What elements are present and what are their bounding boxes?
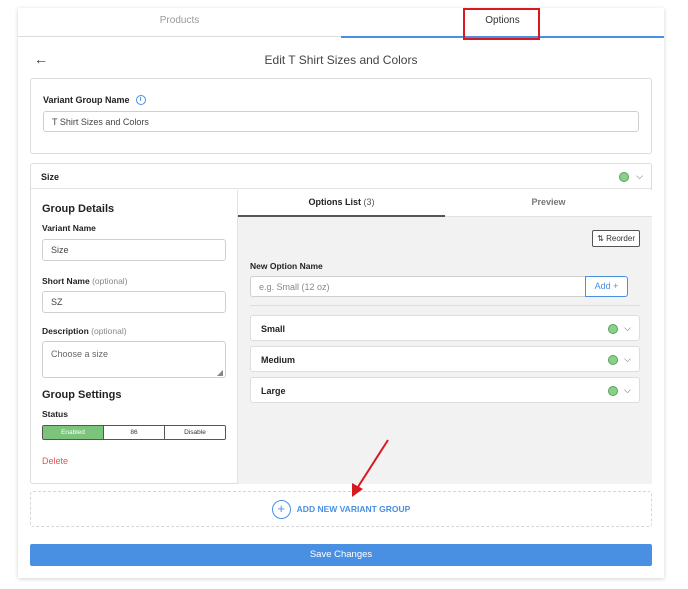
new-option-placeholder: e.g. Small (12 oz) xyxy=(259,281,330,292)
options-count: (3) xyxy=(363,197,375,207)
divider xyxy=(250,305,640,306)
option-name: Large xyxy=(261,386,286,396)
chevron-down-icon[interactable]: ⌵ xyxy=(624,354,631,365)
short-name-value: SZ xyxy=(51,297,63,307)
option-name: Small xyxy=(261,324,286,334)
size-panel-header[interactable]: Size ⌵ xyxy=(31,164,651,189)
short-name-label: Short Name xyxy=(42,276,90,286)
option-name: Medium xyxy=(261,355,296,365)
reorder-label: Reorder xyxy=(606,234,635,243)
description-label: Description xyxy=(42,326,89,336)
status-enabled-button[interactable]: Enabled xyxy=(43,426,104,439)
options-tab-highlight-annotation xyxy=(463,8,540,40)
status-dot-icon xyxy=(619,172,629,182)
top-tabs: Products Options xyxy=(18,8,664,38)
group-details-title: Group Details xyxy=(42,203,115,215)
resize-handle-icon[interactable]: ◢ xyxy=(217,368,223,377)
reorder-button[interactable]: ⇅ Reorder xyxy=(592,230,640,247)
group-details-column: Group Details Variant Name Size Short Na… xyxy=(31,190,238,484)
add-variant-group-button[interactable]: + ADD NEW VARIANT GROUP xyxy=(30,491,652,527)
info-icon[interactable]: i xyxy=(135,95,146,106)
delete-link[interactable]: Delete xyxy=(42,456,68,466)
tab-products[interactable]: Products xyxy=(18,8,341,37)
options-list-label: Options List xyxy=(308,197,361,207)
variant-group-name-label: Variant Group Name xyxy=(43,95,130,105)
add-option-button[interactable]: Add + xyxy=(585,276,628,297)
chevron-down-icon[interactable]: ⌵ xyxy=(624,385,631,396)
description-placeholder: Choose a size xyxy=(51,349,109,359)
short-name-optional-hint: (optional) xyxy=(92,276,128,286)
option-row-small[interactable]: Small ⌵ xyxy=(250,315,640,341)
option-row-medium[interactable]: Medium ⌵ xyxy=(250,346,640,372)
description-optional-hint: (optional) xyxy=(91,326,127,336)
chevron-down-icon[interactable]: ⌵ xyxy=(624,323,631,334)
status-dot-icon xyxy=(608,385,619,396)
tab-preview[interactable]: Preview xyxy=(445,190,652,217)
save-changes-button[interactable]: Save Changes xyxy=(30,544,652,566)
tab-options-list[interactable]: Options List (3) xyxy=(238,190,445,217)
options-column: Options List (3) Preview ⇅ Reorder New O… xyxy=(238,190,652,484)
size-panel-title: Size xyxy=(41,172,60,182)
option-controls: ⌵ xyxy=(608,354,631,365)
editor-card: Products Options ← Edit T Shirt Sizes an… xyxy=(18,8,664,578)
status-label: Status xyxy=(42,409,68,419)
status-dot-icon xyxy=(608,354,619,365)
variant-name-value: Size xyxy=(51,245,69,255)
size-variant-panel: Size ⌵ Group Details Variant Name Size S… xyxy=(30,163,652,484)
variant-group-name-section: Variant Group Name i T Shirt Sizes and C… xyxy=(30,78,652,154)
option-controls: ⌵ xyxy=(608,323,631,334)
status-disable-button[interactable]: Disable xyxy=(165,426,225,439)
short-name-input[interactable]: SZ xyxy=(42,291,226,313)
variant-group-name-input[interactable]: T Shirt Sizes and Colors xyxy=(43,111,639,132)
new-option-name-label: New Option Name xyxy=(250,261,323,271)
options-tabs: Options List (3) Preview xyxy=(238,190,652,217)
short-name-label-row: Short Name (optional) xyxy=(42,276,128,286)
new-option-name-input[interactable]: e.g. Small (12 oz) xyxy=(250,276,586,297)
page-title: Edit T Shirt Sizes and Colors xyxy=(264,53,418,67)
chevron-down-icon[interactable]: ⌵ xyxy=(636,171,643,182)
status-86-button[interactable]: 86 xyxy=(104,426,165,439)
group-settings-title: Group Settings xyxy=(42,389,122,401)
variant-group-name-value: T Shirt Sizes and Colors xyxy=(52,116,149,127)
option-row-large[interactable]: Large ⌵ xyxy=(250,377,640,403)
status-toggle: Enabled 86 Disable xyxy=(42,425,226,440)
add-variant-group-label: ADD NEW VARIANT GROUP xyxy=(296,504,411,514)
description-textarea[interactable]: Choose a size ◢ xyxy=(42,341,226,378)
plus-circle-icon: + xyxy=(271,499,291,519)
option-controls: ⌵ xyxy=(608,385,631,396)
status-dot-icon xyxy=(608,323,619,334)
variant-group-name-label-row: Variant Group Name i xyxy=(43,94,146,106)
reorder-icon: ⇅ xyxy=(597,234,604,243)
variant-name-label: Variant Name xyxy=(42,223,96,233)
variant-name-input[interactable]: Size xyxy=(42,239,226,261)
description-label-row: Description (optional) xyxy=(42,326,127,336)
